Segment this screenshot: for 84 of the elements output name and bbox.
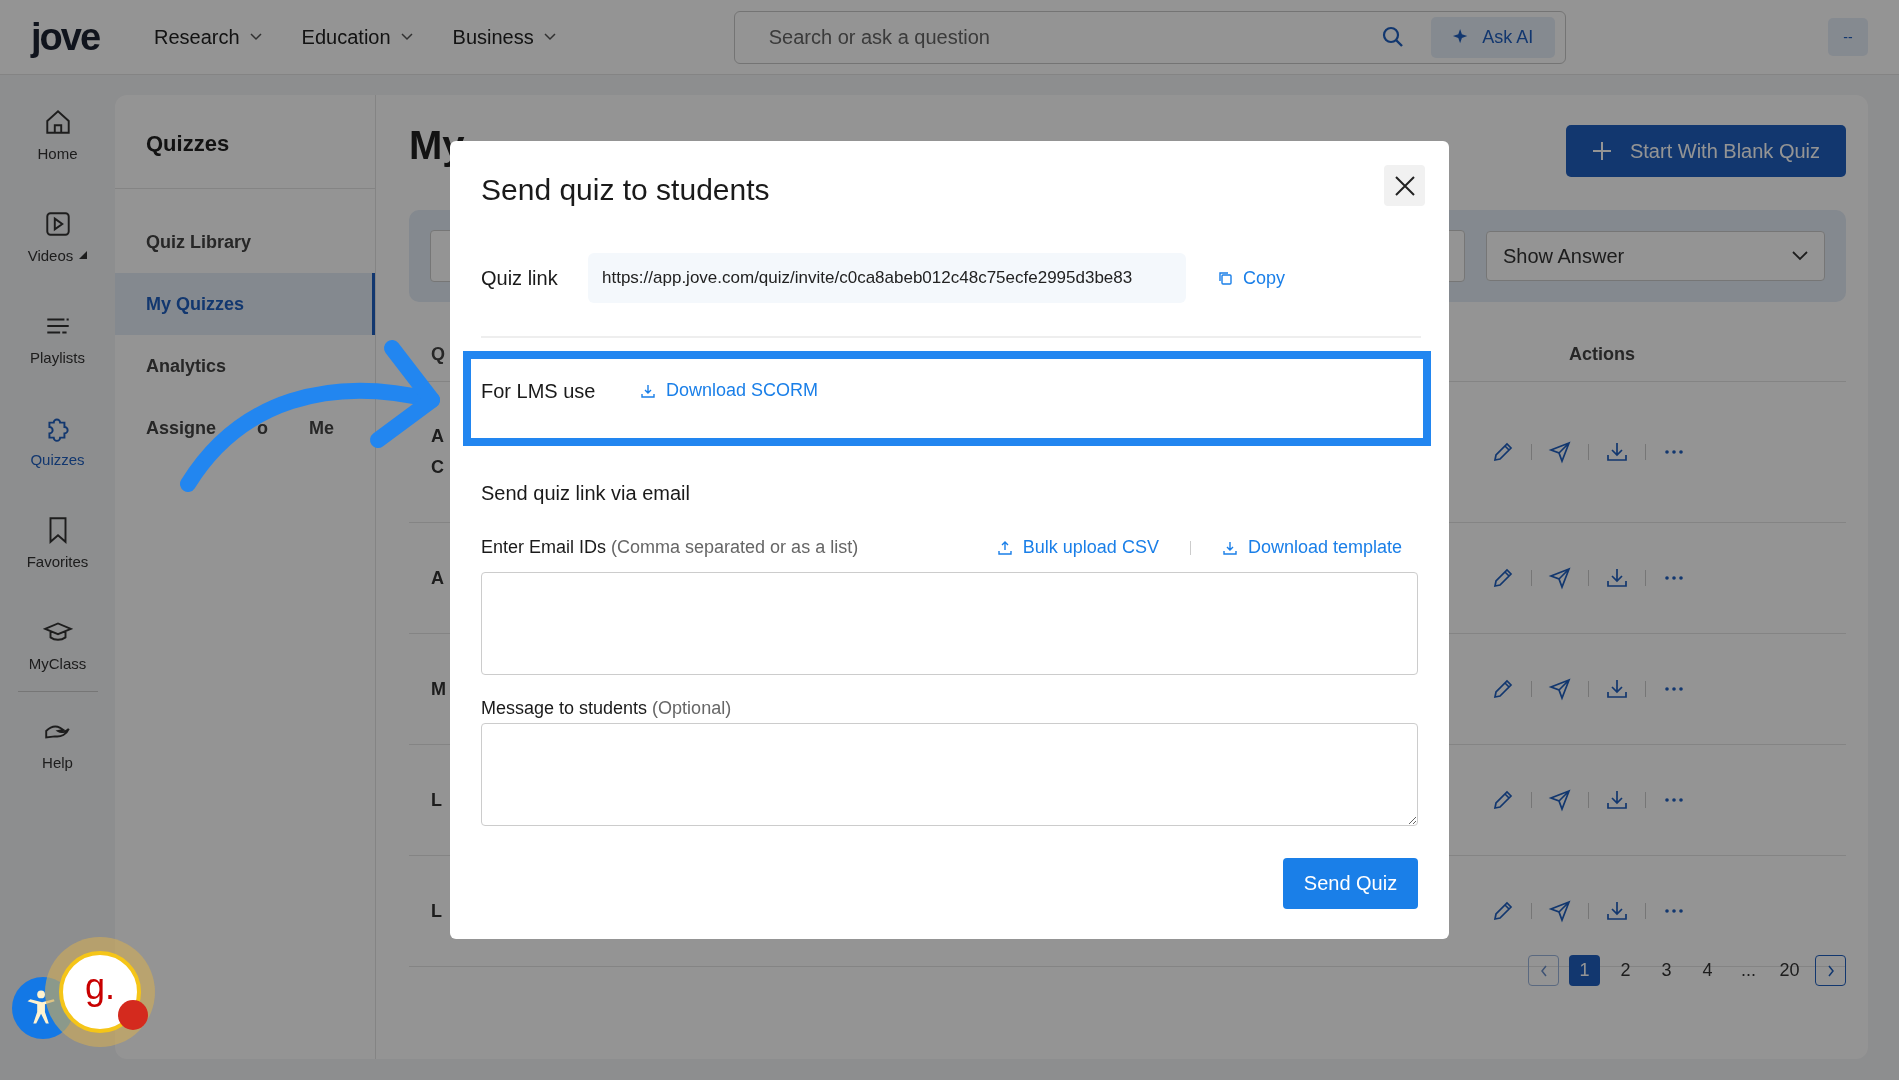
quiz-title: L xyxy=(431,900,442,922)
send-icon[interactable] xyxy=(1548,677,1572,701)
dialog-title: Send quiz to students xyxy=(481,173,770,208)
field-label: For LMS use xyxy=(481,380,597,403)
field-label: Message to students (Optional) xyxy=(481,698,733,719)
logo[interactable]: jove xyxy=(31,15,154,59)
assistant-logo: g. xyxy=(85,966,115,1008)
page-button[interactable]: 4 xyxy=(1692,955,1723,986)
column-header: Q xyxy=(430,344,445,365)
field-label: Quiz link xyxy=(481,266,559,290)
download-icon xyxy=(640,382,656,399)
download-icon xyxy=(1221,539,1238,556)
ask-ai-button[interactable]: Ask AI xyxy=(1430,16,1555,58)
quiz-title: L xyxy=(431,789,442,811)
upload-icon xyxy=(996,539,1013,556)
quiz-title: A xyxy=(431,567,444,589)
pencil-icon[interactable] xyxy=(1491,788,1515,812)
send-quiz-button[interactable]: Send Quiz xyxy=(1283,858,1418,909)
field-label: Enter Email IDs (Comma separated or as a list) xyxy=(481,537,860,558)
download-icon[interactable] xyxy=(1605,440,1629,464)
search-icon[interactable] xyxy=(1380,25,1405,49)
rail-item[interactable]: MyClass xyxy=(7,593,108,695)
next-page-button[interactable] xyxy=(1815,955,1846,986)
rail-item[interactable]: Help xyxy=(7,692,108,794)
sidebar-item[interactable]: My Quizzes xyxy=(115,273,375,335)
pencil-icon[interactable] xyxy=(1491,899,1515,923)
message-field[interactable] xyxy=(481,723,1418,826)
rail-item[interactable]: Quizzes xyxy=(7,389,108,491)
pencil-icon[interactable] xyxy=(1491,566,1515,590)
send-icon[interactable] xyxy=(1548,566,1572,590)
rail-item[interactable]: Home xyxy=(7,83,108,185)
pencil-icon[interactable] xyxy=(1491,440,1515,464)
assistant-button[interactable]: g. xyxy=(45,937,155,1047)
download-icon[interactable] xyxy=(1605,788,1629,812)
triangle-icon xyxy=(79,251,88,259)
download-icon[interactable] xyxy=(1605,677,1629,701)
send-icon[interactable] xyxy=(1548,899,1572,923)
start-blank-quiz-button[interactable]: Start With Blank Quiz xyxy=(1566,125,1846,177)
chevron-down-icon xyxy=(1792,251,1808,261)
page-button[interactable]: 1 xyxy=(1569,955,1600,986)
chevron-down-icon xyxy=(400,33,413,41)
chevron-down-icon xyxy=(249,33,262,41)
close-button[interactable] xyxy=(1384,165,1425,206)
rail-item[interactable]: Playlists xyxy=(7,287,108,389)
nav-menu[interactable]: Research xyxy=(154,25,262,49)
page-button[interactable]: 2 xyxy=(1610,955,1641,986)
chevron-right-icon xyxy=(1825,963,1836,978)
download-icon[interactable] xyxy=(1605,566,1629,590)
quiz-link-field[interactable]: https://app.jove.com/quiz/invite/c0ca8abeb012c48c75ecfe2995d3be83 xyxy=(588,253,1186,303)
sidebar-item[interactable]: Quiz Library xyxy=(115,211,375,273)
nav-menu[interactable]: Business xyxy=(452,25,556,49)
send-icon[interactable] xyxy=(1548,788,1572,812)
send-icon[interactable] xyxy=(1548,440,1572,464)
show-answer-dropdown[interactable]: Show Answer xyxy=(1486,231,1825,281)
pencil-icon[interactable] xyxy=(1491,677,1515,701)
column-header: Actions xyxy=(1569,344,1636,365)
rail-item[interactable]: Favorites xyxy=(7,491,108,593)
chevron-left-icon xyxy=(1538,963,1549,978)
download-template-link[interactable]: Download template xyxy=(1221,537,1402,558)
page-button[interactable]: 3 xyxy=(1651,955,1682,986)
plus-icon xyxy=(1591,141,1612,161)
bulk-upload-link[interactable]: Bulk upload CSV xyxy=(996,537,1159,558)
download-icon[interactable] xyxy=(1605,899,1629,923)
profile-button[interactable]: -- xyxy=(1828,18,1868,56)
section-heading: Send quiz link via email xyxy=(481,482,691,505)
page-button[interactable]: 20 xyxy=(1774,955,1805,986)
search-bar[interactable]: Search or ask a question Ask AI xyxy=(733,10,1566,64)
accessibility-button[interactable] xyxy=(12,977,74,1039)
email-field[interactable] xyxy=(481,572,1418,675)
quiz-title: M xyxy=(431,678,446,700)
chevron-down-icon xyxy=(543,33,556,41)
rail-item[interactable]: Videos xyxy=(7,185,108,287)
nav-menu[interactable]: Education xyxy=(301,25,413,49)
quiz-title: C xyxy=(431,457,444,478)
sidebar-title: Quizzes xyxy=(115,95,375,189)
close-icon xyxy=(1392,173,1417,198)
page-button[interactable]: ... xyxy=(1733,955,1764,986)
copy-link[interactable]: Copy xyxy=(1217,267,1286,289)
sidebar-item[interactable]: Assigne o Me xyxy=(115,397,375,459)
download-scorm-link[interactable]: Download SCORM xyxy=(640,380,819,401)
sidebar-item[interactable]: Analytics xyxy=(115,335,375,397)
copy-icon xyxy=(1217,270,1233,286)
search-field[interactable]: Search or ask a question xyxy=(766,24,1381,50)
quiz-title: A xyxy=(431,426,444,447)
